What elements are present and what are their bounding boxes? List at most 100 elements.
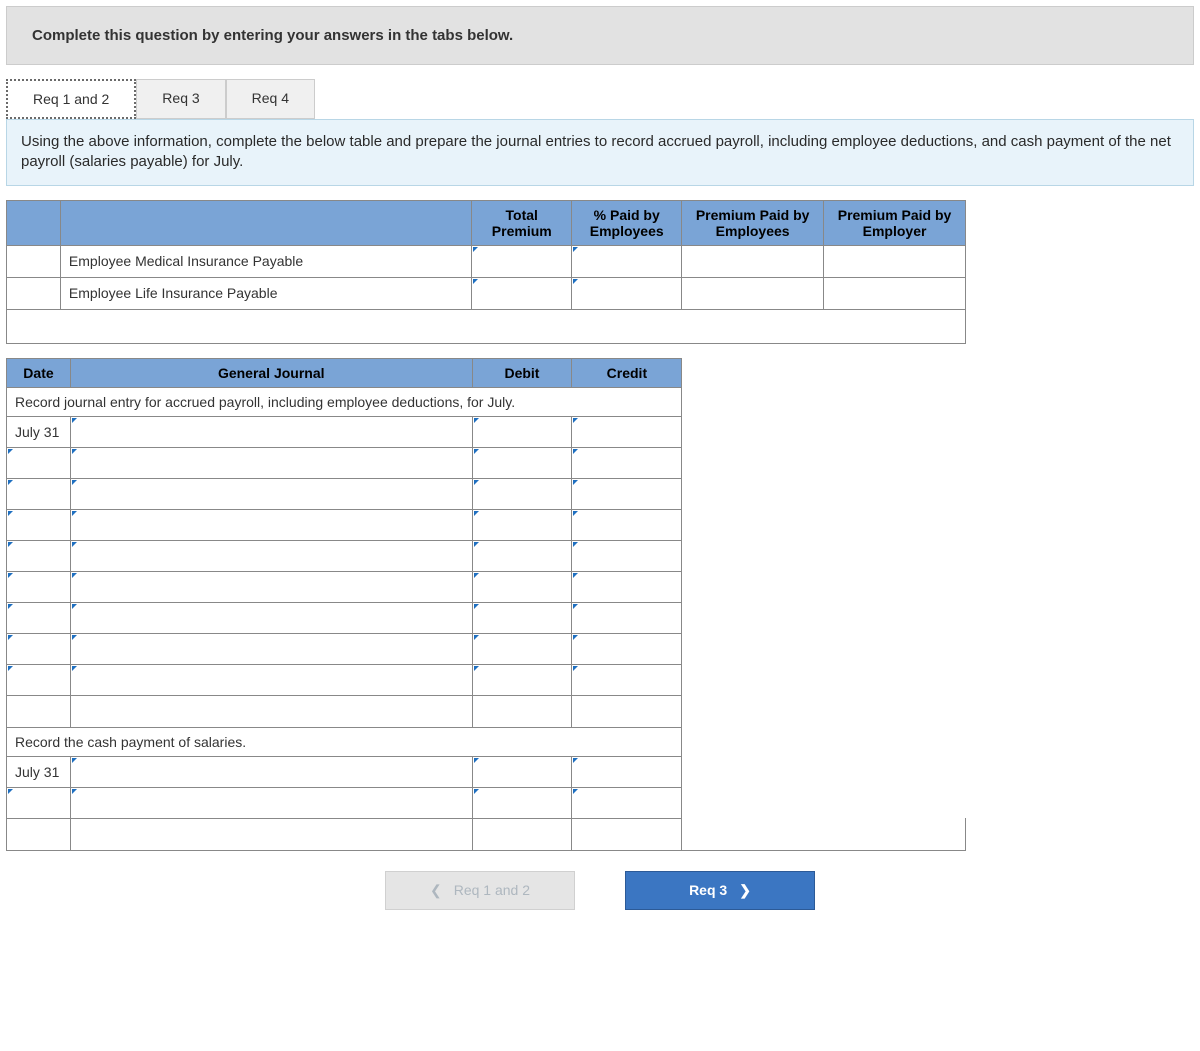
input-debit[interactable] <box>472 787 572 818</box>
input-debit[interactable] <box>472 756 572 787</box>
input-debit[interactable] <box>472 509 572 540</box>
input-credit[interactable] <box>572 447 682 478</box>
input-pct-life[interactable] <box>572 277 682 309</box>
table-row <box>7 664 966 695</box>
input-date[interactable] <box>7 540 71 571</box>
header-credit: Credit <box>572 358 682 387</box>
input-debit[interactable] <box>472 478 572 509</box>
input-date[interactable] <box>7 633 71 664</box>
input-credit[interactable] <box>572 416 682 447</box>
input-credit[interactable] <box>572 602 682 633</box>
input-date[interactable] <box>7 478 71 509</box>
input-debit[interactable] <box>472 571 572 602</box>
input-credit[interactable] <box>572 787 682 818</box>
input-account[interactable] <box>70 664 472 695</box>
input-date <box>7 695 71 727</box>
input-date[interactable] <box>7 509 71 540</box>
input-credit[interactable] <box>572 478 682 509</box>
premium-row-medical: Employee Medical Insurance Payable <box>7 245 966 277</box>
next-button[interactable]: Req 3 ❯ <box>625 871 815 910</box>
input-account[interactable] <box>70 571 472 602</box>
input-debit[interactable] <box>472 602 572 633</box>
input-debit[interactable] <box>472 633 572 664</box>
input-debit[interactable] <box>472 664 572 695</box>
input-debit[interactable] <box>472 416 572 447</box>
input-account[interactable] <box>70 787 472 818</box>
table-row <box>7 787 966 818</box>
calc-paid-empr-life <box>824 277 966 309</box>
calc-paid-emp-life <box>682 277 824 309</box>
prev-button[interactable]: ❮ Req 1 and 2 <box>385 871 575 910</box>
table-row <box>7 633 966 664</box>
table-row: July 31 <box>7 756 966 787</box>
input-debit[interactable] <box>472 540 572 571</box>
header-blank-2 <box>60 200 471 245</box>
prev-label: Req 1 and 2 <box>454 882 530 898</box>
chevron-left-icon: ❮ <box>430 882 442 899</box>
header-date: Date <box>7 358 71 387</box>
input-account[interactable] <box>70 540 472 571</box>
nav-bar: ❮ Req 1 and 2 Req 3 ❯ <box>6 871 1194 930</box>
input-account[interactable] <box>70 447 472 478</box>
input-account[interactable] <box>70 633 472 664</box>
input-account[interactable] <box>70 478 472 509</box>
input-account[interactable] <box>70 756 472 787</box>
table-row <box>7 695 966 727</box>
input-credit[interactable] <box>572 540 682 571</box>
tab-bar: Req 1 and 2 Req 3 Req 4 <box>6 79 1194 119</box>
header-blank-1 <box>7 200 61 245</box>
table-row <box>7 447 966 478</box>
calc-paid-emp-medical <box>682 245 824 277</box>
header-total-premium: Total Premium <box>472 200 572 245</box>
input-account <box>70 695 472 727</box>
input-credit[interactable] <box>572 756 682 787</box>
next-label: Req 3 <box>689 882 727 898</box>
spacer-row <box>7 309 966 343</box>
input-credit[interactable] <box>572 633 682 664</box>
input-pct-medical[interactable] <box>572 245 682 277</box>
instruction-cash-payment: Record the cash payment of salaries. <box>7 727 682 756</box>
header-debit: Debit <box>472 358 572 387</box>
input-date[interactable] <box>7 602 71 633</box>
input-account <box>70 818 472 850</box>
cell-date-1: July 31 <box>7 416 71 447</box>
input-date[interactable] <box>7 787 71 818</box>
input-debit <box>472 695 572 727</box>
table-row <box>7 540 966 571</box>
tab-req-3[interactable]: Req 3 <box>136 79 225 119</box>
input-account[interactable] <box>70 416 472 447</box>
input-account[interactable] <box>70 602 472 633</box>
table-row <box>7 602 966 633</box>
input-credit[interactable] <box>572 664 682 695</box>
table-row <box>7 818 966 850</box>
chevron-right-icon: ❯ <box>739 882 751 899</box>
input-date[interactable] <box>7 447 71 478</box>
instruction-banner: Complete this question by entering your … <box>6 6 1194 65</box>
table-row <box>7 571 966 602</box>
premium-row-life: Employee Life Insurance Payable <box>7 277 966 309</box>
input-date[interactable] <box>7 571 71 602</box>
input-credit <box>572 695 682 727</box>
header-paid-employees: Premium Paid by Employees <box>682 200 824 245</box>
input-account[interactable] <box>70 509 472 540</box>
input-date[interactable] <box>7 664 71 695</box>
label-life-insurance: Employee Life Insurance Payable <box>60 277 471 309</box>
instruction-text: Complete this question by entering your … <box>32 27 513 44</box>
header-pct-paid: % Paid by Employees <box>572 200 682 245</box>
input-debit[interactable] <box>472 447 572 478</box>
input-debit <box>472 818 572 850</box>
premium-table: Total Premium % Paid by Employees Premiu… <box>6 200 966 344</box>
table-row <box>7 478 966 509</box>
input-date <box>7 818 71 850</box>
cell-date-2: July 31 <box>7 756 71 787</box>
input-credit[interactable] <box>572 571 682 602</box>
input-total-medical[interactable] <box>472 245 572 277</box>
tab-req-1-and-2[interactable]: Req 1 and 2 <box>6 79 136 119</box>
journal-table: Date General Journal Debit Credit Record… <box>6 358 966 851</box>
input-credit <box>572 818 682 850</box>
input-total-life[interactable] <box>472 277 572 309</box>
input-credit[interactable] <box>572 509 682 540</box>
header-paid-employer: Premium Paid by Employer <box>824 200 966 245</box>
tab-req-4[interactable]: Req 4 <box>226 79 315 119</box>
calc-paid-empr-medical <box>824 245 966 277</box>
